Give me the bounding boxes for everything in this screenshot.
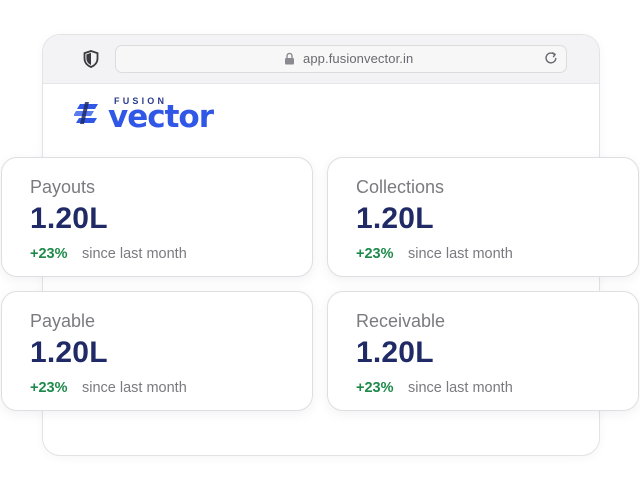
card-label: Payable <box>30 311 96 331</box>
card-label: Receivable <box>356 311 446 331</box>
collections-card: Collections 1.20L +23% since last month <box>327 157 639 277</box>
card-since: since last month <box>408 380 513 396</box>
url-text: app.fusionvector.in <box>303 51 414 66</box>
card-change: +23% <box>356 380 394 396</box>
card-since: since last month <box>82 246 187 262</box>
address-bar[interactable]: app.fusionvector.in <box>115 45 567 73</box>
receivable-card: Receivable 1.20L +23% since last month <box>327 291 639 411</box>
payable-card: Payable 1.20L +23% since last month <box>1 291 313 411</box>
shield-icon[interactable] <box>83 50 99 68</box>
logo-vector-text: vector <box>108 99 214 135</box>
card-change: +23% <box>30 246 68 262</box>
card-value: 1.20L <box>30 336 108 369</box>
reload-icon[interactable] <box>544 51 558 65</box>
fusion-vector-logo: FUSION vector <box>74 96 224 136</box>
lock-icon <box>285 52 294 65</box>
card-value: 1.20L <box>356 202 434 235</box>
card-change: +23% <box>356 246 394 262</box>
card-change: +23% <box>30 380 68 396</box>
card-value: 1.20L <box>30 202 108 235</box>
card-label: Collections <box>356 177 445 197</box>
payouts-card: Payouts 1.20L +23% since last month <box>1 157 313 277</box>
fusion-vector-logo-mark-icon <box>74 102 98 124</box>
browser-toolbar: app.fusionvector.in <box>43 35 599 84</box>
card-value: 1.20L <box>356 336 434 369</box>
card-since: since last month <box>82 380 187 396</box>
card-label: Payouts <box>30 177 96 197</box>
stage: app.fusionvector.in FUSION vector Payout… <box>0 0 640 491</box>
card-since: since last month <box>408 246 513 262</box>
